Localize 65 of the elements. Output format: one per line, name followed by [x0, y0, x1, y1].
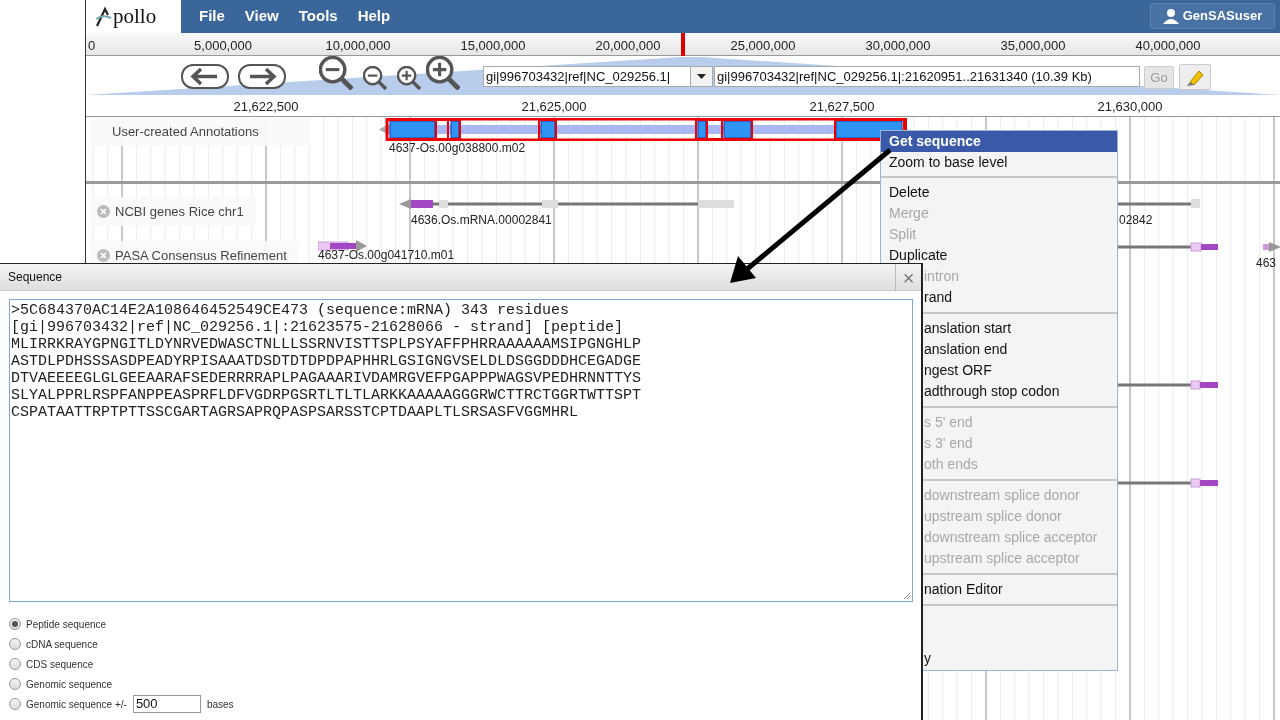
option-label: CDS sequence	[26, 657, 94, 672]
ruler-label: 40,000,000	[1135, 37, 1201, 55]
option-label: Peptide sequence	[26, 617, 107, 632]
option-label: cDNA sequence	[26, 637, 98, 652]
option-label: Genomic sequence	[26, 677, 113, 692]
menu-item[interactable]: Zoom to base level	[881, 152, 1117, 173]
zoom-out-button[interactable]	[319, 56, 353, 90]
zoom-in-button[interactable]	[397, 66, 421, 90]
sequence-dropdown[interactable]: gi|996703432|ref|NC_029256.1|	[483, 66, 713, 87]
menu-item[interactable]: Help	[347, 5, 401, 28]
flank-input[interactable]: 500	[132, 695, 201, 713]
radio-button[interactable]	[9, 658, 21, 670]
ruler-label: 20,000,000	[595, 37, 661, 55]
zoom-in-button[interactable]	[426, 56, 460, 90]
radio-button[interactable]	[9, 678, 21, 690]
ruler-label: 0	[88, 37, 96, 55]
highlight-button[interactable]	[1179, 64, 1211, 90]
ruler-label: 35,000,000	[1000, 37, 1066, 55]
feature-label: 4637-Os.00g041710.m01	[318, 247, 455, 264]
resize-grip-icon	[902, 591, 911, 600]
menu-item[interactable]: Delete	[881, 182, 1117, 203]
logo-icon	[94, 5, 112, 28]
feature-label: 4636.Os.mRNA.00002841	[411, 212, 552, 229]
feature-label: 463	[1256, 255, 1277, 272]
menu-item[interactable]: Tools	[288, 5, 348, 28]
caret-icon	[697, 74, 706, 79]
menu-item[interactable]: Duplicate	[881, 245, 1117, 266]
back-arrow-button[interactable]	[181, 64, 229, 89]
feature-label: 4637-Os.00g038800.m02	[389, 140, 526, 157]
ruler-label: 10,000,000	[325, 37, 391, 55]
zoom-out-button[interactable]	[363, 66, 387, 90]
menu-item[interactable]: View	[234, 5, 289, 28]
ruler-label: 21,625,000	[521, 98, 587, 116]
logo-text: pollo	[113, 2, 157, 30]
menu-item[interactable]: File	[189, 5, 235, 28]
track-label: PASA Consensus Refinement	[115, 246, 287, 265]
unit-label: bases	[206, 697, 234, 712]
close-icon	[97, 205, 110, 218]
ruler-label: 25,000,000	[730, 37, 796, 55]
radio-button[interactable]	[9, 638, 21, 650]
ruler-label: 15,000,000	[460, 37, 526, 55]
sequence-field[interactable]: >5C684370AC14E2A108646452549CE473 (sequence:mRNA) 343 residues [gi|996703432|ref|NC_029256.1|:21623575-21628066 - strand] [peptide] MLIRRKRAYGPNGITLDYNRVEDWASCTNLLLSSRNVISTTSPLPSYAFFPHRRAAAAAAMSIPGNGHLP ASTDLPDHSSSASDPEADYRPISAAATDSDTDTDPDPAPHHRLGSIGNGVSELDLDSGGDDDHCEGADGE DTVAEEEEGLGLGEEAARAFSEDERRRRAPLPAGAAARIVDAMRGVEFPGAPPPWAGSVPEDHRNNTTYS SLYALPPRLRSPFANPPEASPRFLDFVGDRPGSRTLTLTLARKKAAAAAGGGRWCTTRCTGGRTWTTSPT CSPATAATTRPTPTTSSCGARTAGRSAPRQPASPSARSSTCPTDAAPLTLSRSASFVGGMHRL	[9, 299, 913, 602]
radio-button[interactable]	[9, 698, 21, 710]
user-button[interactable]: GenSASuser	[1150, 3, 1275, 29]
position-marker	[681, 33, 685, 56]
option-label: Genomic sequence +/-	[26, 697, 127, 712]
feature-label: 02842	[1119, 212, 1153, 229]
menu-item[interactable]: Get sequence	[881, 131, 1117, 152]
ruler-label: 5,000,000	[194, 37, 252, 55]
ruler-label: 21,627,500	[809, 98, 875, 116]
ruler-label: 30,000,000	[865, 37, 931, 55]
dropdown-value: gi|996703432|ref|NC_029256.1|	[485, 67, 672, 86]
track-label: NCBI genes Rice chr1	[115, 202, 244, 221]
dialog-title: Sequence	[8, 269, 63, 286]
menu-item[interactable]: y	[881, 648, 1117, 669]
ruler-label: 21,622,500	[233, 98, 299, 116]
forward-arrow-button[interactable]	[238, 64, 286, 89]
ruler-label: 21,630,000	[1097, 98, 1163, 116]
track-label: User-created Annotations	[112, 122, 259, 141]
location-field[interactable]: gi|996703432|ref|NC_029256.1|:21620951..21631340 (10.39 Kb)	[714, 66, 1140, 87]
radio-button[interactable]	[9, 618, 21, 630]
transcript-feature	[1263, 242, 1280, 252]
close-button[interactable]: ×	[895, 264, 921, 291]
transcript-feature	[318, 240, 368, 252]
user-icon	[1162, 8, 1179, 24]
